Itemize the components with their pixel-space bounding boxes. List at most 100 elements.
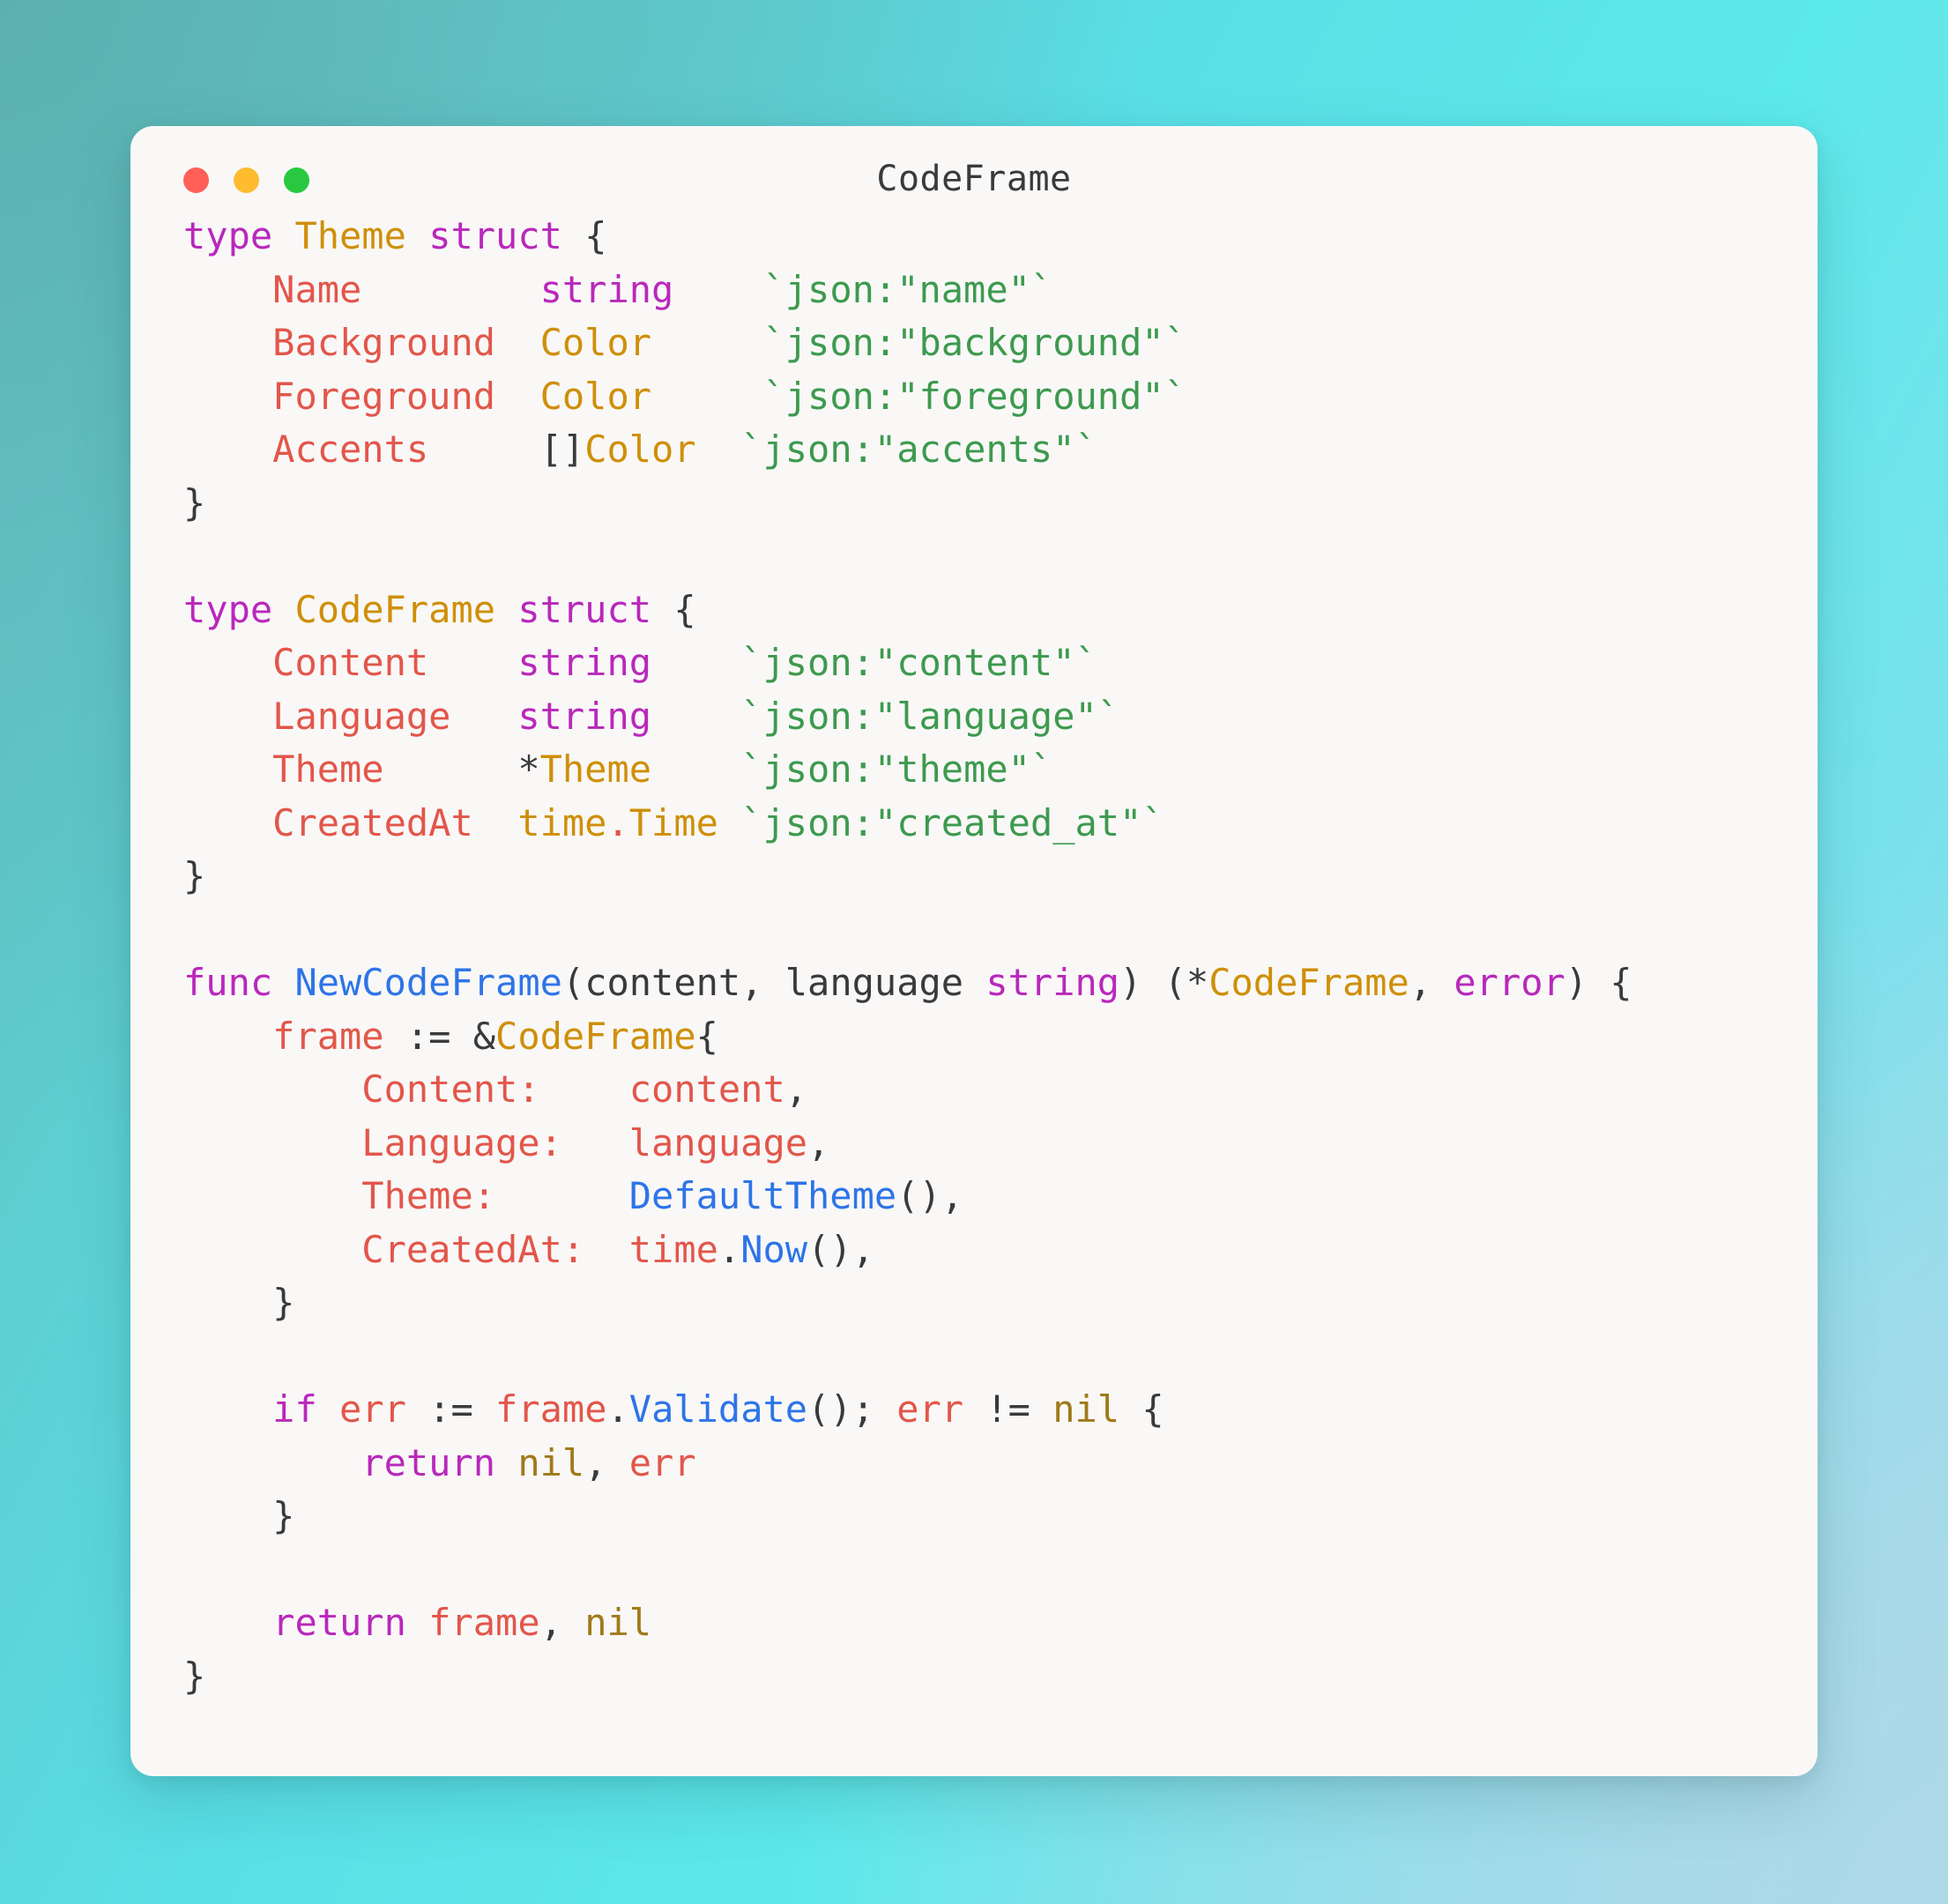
code-token: Now [740,1227,808,1271]
code-token: `json:"created_at"` [740,800,1164,844]
code-token: `json:"background"` [762,321,1186,364]
code-token: Foreground [272,374,496,418]
code-token: Color [584,428,696,471]
code-token: string [985,961,1120,1004]
code-token: , [1409,961,1454,1004]
code-line: Theme: DefaultTheme(), [183,1170,1818,1223]
code-token: (), [896,1174,964,1217]
code-line: } [183,1650,1818,1704]
code-line: return nil, err [183,1437,1818,1491]
code-token: type [183,214,273,257]
code-line: CreatedAt time.Time `json:"created_at"` [183,797,1818,851]
code-token: { [561,214,607,257]
code-line: type Theme struct { [183,210,1818,264]
code-token: DefaultTheme [628,1174,897,1217]
code-token: if [272,1387,317,1431]
code-token: `json:"accents"` [740,428,1097,471]
code-token: CodeFrame [1208,961,1409,1004]
code-token: Accents [272,428,429,471]
code-token: } [183,1494,295,1537]
code-token: Language: [361,1120,562,1164]
code-token: ( [561,961,585,1004]
code-line: } [183,850,1818,904]
code-token: CreatedAt [272,800,473,844]
code-token: frame [272,1014,384,1058]
code-token: Color [539,374,652,418]
code-token: struct [517,587,652,631]
code-token: Language [272,694,451,738]
code-line: } [183,1276,1818,1330]
code-window: CodeFrame type Theme struct { Name strin… [130,126,1818,1776]
code-token: `json:"name"` [762,267,1053,311]
code-token: { [1119,1387,1164,1431]
code-token: time [628,1227,718,1271]
code-token: language [628,1120,808,1164]
code-line: type CodeFrame struct { [183,584,1818,637]
code-token: { [651,587,696,631]
code-line: CreatedAt: time.Now(), [183,1223,1818,1277]
code-token: , [539,1601,585,1644]
code-token: := [405,1387,496,1431]
code-token: CodeFrame [495,1014,696,1058]
code-token: Theme: [361,1174,496,1217]
code-block: type Theme struct { Name string `json:"n… [130,210,1818,1703]
code-token: `json:"foreground"` [762,374,1186,418]
code-token: Theme [294,214,406,257]
code-token: ) (* [1119,961,1209,1004]
code-token: Background [272,321,496,364]
code-token: (); [807,1387,897,1431]
code-token: Content: [361,1067,540,1111]
code-token: Theme [272,747,384,791]
code-line: frame := &CodeFrame{ [183,1010,1818,1064]
code-token: , [784,1067,808,1111]
code-token: nil [1052,1387,1120,1431]
code-token: err [896,1387,964,1431]
code-token: frame [428,1601,540,1644]
code-token: . [717,1227,741,1271]
code-token: time [517,800,607,844]
code-token: Validate [628,1387,808,1431]
code-token: * [517,747,540,791]
code-token: error [1454,961,1565,1004]
code-token: content, language [584,961,964,1004]
code-line: Name string `json:"name"` [183,264,1818,317]
code-line: } [183,1490,1818,1543]
code-token: string [539,267,674,311]
code-token: err [339,1387,406,1431]
code-token: CodeFrame [294,587,496,631]
code-token: := & [383,1014,496,1058]
code-token: } [183,854,206,897]
code-line: func NewCodeFrame(content, language stri… [183,956,1818,1010]
